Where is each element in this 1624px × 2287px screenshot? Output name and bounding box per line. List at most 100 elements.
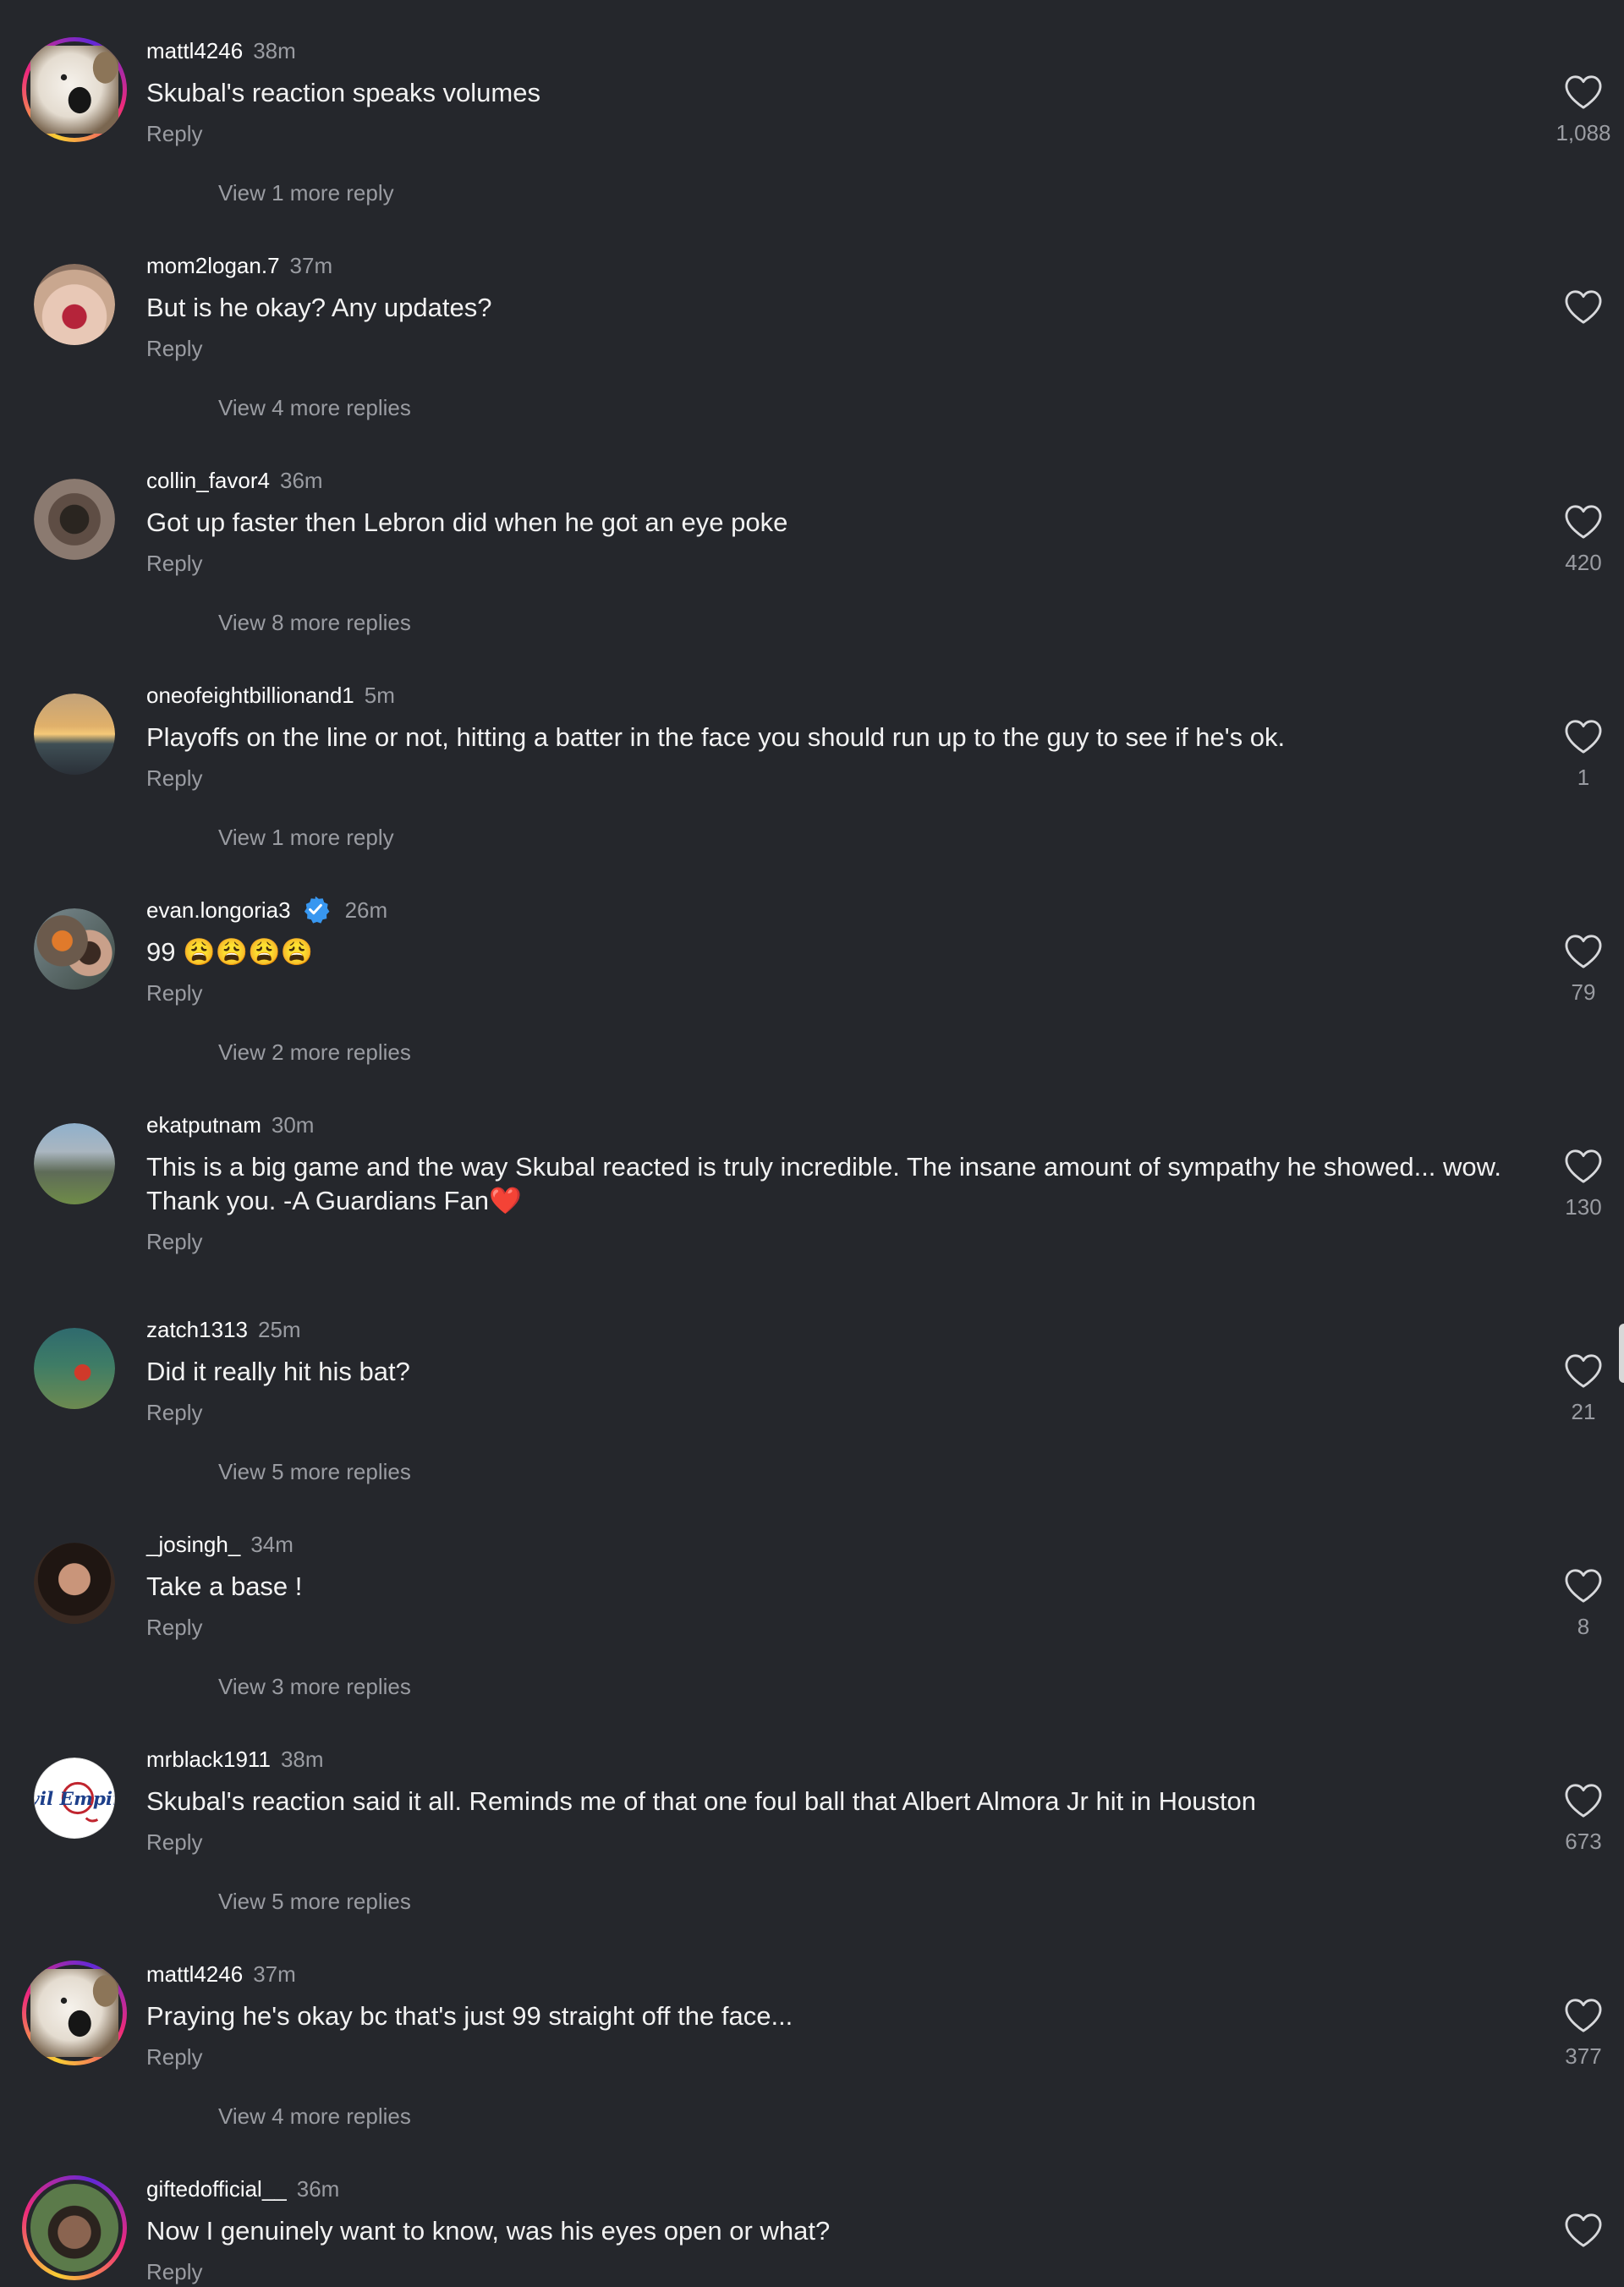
comment-timestamp: 37m [289,253,333,278]
comment-body: mattl4246 38m Skubal's reaction speaks vol… [146,34,1550,149]
heart-icon[interactable] [1534,719,1624,754]
reply-button[interactable]: Reply [146,548,1550,579]
comment-timestamp: 26m [344,897,388,923]
selfie-avatar[interactable] [34,264,115,345]
like-count [1534,2258,1624,2284]
man-avatar[interactable] [22,2175,127,2280]
like-control: 79 [1534,934,1624,1005]
username-link[interactable]: _josingh_ [146,1532,240,1557]
comment-meta: evan.longoria3 26m [146,893,1550,927]
couple-avatar[interactable] [34,908,115,990]
heart-icon[interactable] [1534,504,1624,540]
view-more-replies-button[interactable]: View 5 more replies [218,1459,411,1485]
evil-empire-logo-avatar[interactable]: Evil Empire [34,1758,115,1839]
like-control [1534,289,1624,360]
view-more-replies-button[interactable]: View 8 more replies [218,610,411,636]
username-link[interactable]: mrblack1911 [146,1747,271,1772]
heart-icon[interactable] [1534,1998,1624,2033]
like-count: 377 [1565,2043,1602,2069]
comment-meta: mattl4246 38m [146,34,1550,68]
heart-icon[interactable] [1534,934,1624,969]
white-dog-avatar[interactable] [22,37,127,142]
reply-button[interactable]: Reply [146,2257,1550,2287]
heart-icon[interactable] [1534,1568,1624,1604]
avatar-image [26,41,123,138]
reply-button[interactable]: Reply [146,1827,1550,1857]
comment-timestamp: 36m [296,2176,340,2202]
reply-button[interactable]: Reply [146,978,1550,1008]
like-control: 377 [1534,1998,1624,2069]
dog-avatar[interactable] [34,479,115,560]
username-link[interactable]: mom2logan.7 [146,253,280,278]
like-count: 1 [1577,765,1590,790]
comment-text: Praying he's okay bc that's just 99 stra… [146,2001,793,2031]
like-count [1534,335,1624,360]
portrait-avatar[interactable] [34,1543,115,1624]
view-more-replies-button[interactable]: View 2 more replies [218,1039,411,1066]
comment-timestamp: 38m [280,1747,324,1772]
username-link[interactable]: oneofeightbillionand1 [146,683,354,708]
reply-button[interactable]: Reply [146,1226,1550,1257]
username-link[interactable]: zatch1313 [146,1317,248,1342]
like-count: 130 [1565,1194,1602,1220]
comment-text: 99 😩😩😩😩 [146,937,314,967]
reply-button[interactable]: Reply [146,118,1550,149]
username-link[interactable]: ekatputnam [146,1112,261,1138]
comment-text: Did it really hit his bat? [146,1357,410,1386]
like-count: 8 [1577,1614,1590,1639]
comment-body: mom2logan.7 37m But is he okay? Any update… [146,249,1550,364]
heart-icon[interactable] [1534,1353,1624,1389]
avatar-image [26,2180,123,2276]
stadium-avatar[interactable] [34,1123,115,1204]
sunset-avatar[interactable] [34,694,115,775]
comment-body: _josingh_ 34m Take a base ! Reply [146,1527,1550,1643]
scrollbar-handle[interactable] [1619,1324,1624,1383]
comment-text: Take a base ! [146,1571,303,1601]
view-more-replies-button[interactable]: View 5 more replies [218,1889,411,1915]
comment-body: oneofeightbillionand1 5m Playoffs on the l… [146,678,1550,793]
view-more-replies-button[interactable]: View 4 more replies [218,395,411,421]
avatar-image [34,908,115,990]
heart-icon[interactable] [1534,1783,1624,1818]
reply-button[interactable]: Reply [146,763,1550,793]
view-more-replies-button[interactable]: View 3 more replies [218,1674,411,1700]
like-count: 1,088 [1555,120,1611,145]
username-link[interactable]: giftedofficial__ [146,2176,287,2202]
like-count: 673 [1565,1829,1602,1854]
comment-body: ekatputnam 30m This is a big game and the … [146,1108,1550,1257]
white-dog-avatar[interactable] [22,1961,127,2065]
comment-meta: zatch1313 25m [146,1313,1550,1346]
comment-timestamp: 30m [271,1112,315,1138]
comment-text: This is a big game and the way Skubal re… [146,1152,1501,1215]
like-count: 420 [1565,550,1602,575]
comment-body: giftedofficial__ 36m Now I genuinely want … [146,2172,1550,2287]
comment-text: Skubal's reaction speaks volumes [146,78,540,107]
username-link[interactable]: mattl4246 [146,38,243,63]
view-more-replies-button[interactable]: View 1 more reply [218,825,394,851]
ballpark-avatar[interactable] [34,1328,115,1409]
like-count: 79 [1571,979,1596,1005]
reply-button[interactable]: Reply [146,1397,1550,1428]
heart-icon[interactable] [1534,2213,1624,2248]
comment-meta: mom2logan.7 37m [146,249,1550,282]
heart-icon[interactable] [1534,289,1624,325]
username-link[interactable]: collin_favor4 [146,468,270,493]
reply-button[interactable]: Reply [146,333,1550,364]
heart-icon[interactable] [1534,1149,1624,1184]
comment-body: collin_favor4 36m Got up faster then Lebro… [146,463,1550,579]
avatar-image [34,694,115,775]
heart-icon[interactable] [1534,74,1624,110]
comment-text: But is he okay? Any updates? [146,293,492,322]
avatar-image [34,479,115,560]
username-link[interactable]: mattl4246 [146,1961,243,1987]
avatar-image: Evil Empire [34,1758,115,1839]
comment-meta: ekatputnam 30m [146,1108,1550,1142]
like-control: 420 [1534,504,1624,575]
comment-meta: collin_favor4 36m [146,463,1550,497]
reply-button[interactable]: Reply [146,1612,1550,1643]
view-more-replies-button[interactable]: View 4 more replies [218,2103,411,2130]
reply-button[interactable]: Reply [146,2042,1550,2072]
comment-text: Got up faster then Lebron did when he go… [146,507,788,537]
view-more-replies-button[interactable]: View 1 more reply [218,180,394,206]
username-link[interactable]: evan.longoria3 [146,897,291,923]
